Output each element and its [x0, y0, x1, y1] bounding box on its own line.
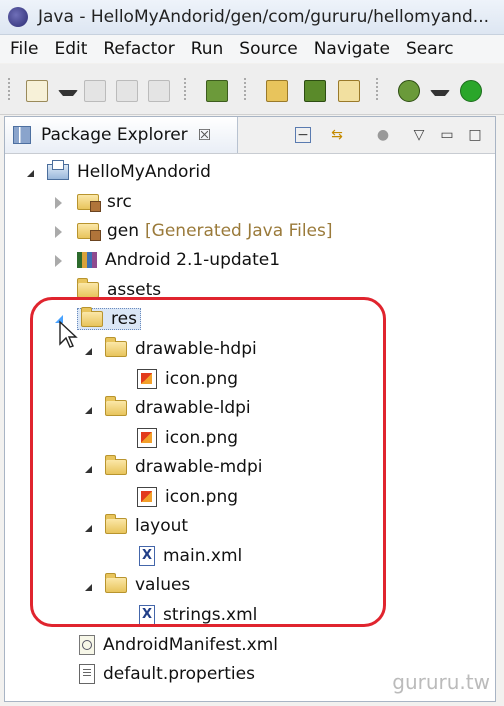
print-icon[interactable] [148, 80, 170, 102]
annotation-highlight [30, 297, 386, 627]
title-bar: Java - HelloMyAndorid/gen/com/gururu/hel… [0, 0, 504, 35]
close-icon[interactable]: ☒ [198, 126, 211, 144]
menu-search[interactable]: Searc [406, 39, 454, 59]
minimize-icon[interactable]: ▭ [437, 125, 457, 145]
package-explorer-icon [13, 126, 31, 144]
expand-src-icon[interactable] [55, 197, 62, 209]
menu-run[interactable]: Run [191, 39, 224, 59]
tab-label: Package Explorer [41, 125, 188, 145]
menu-navigate[interactable]: Navigate [314, 39, 390, 59]
folder-icon [77, 278, 99, 298]
new-junit-icon[interactable] [304, 80, 326, 102]
maximize-icon[interactable]: □ [465, 125, 485, 145]
source-folder-icon [77, 194, 101, 212]
manifest-file-icon [79, 635, 95, 655]
menu-edit[interactable]: Edit [54, 39, 87, 59]
toolbar-separator [8, 78, 10, 102]
menu-file[interactable]: File [10, 39, 38, 59]
tree-item-project[interactable]: HelloMyAndorid [47, 159, 211, 185]
toolbar-separator [376, 78, 378, 102]
android-sdk-icon[interactable] [206, 80, 228, 102]
chevron-down-icon[interactable] [58, 90, 78, 96]
toolbar-separator [244, 78, 246, 102]
panel-header: Package Explorer ☒ − ⇆ ● ▽ ▭ □ [5, 117, 495, 154]
focus-icon[interactable]: ● [373, 125, 393, 145]
save-icon[interactable] [84, 80, 106, 102]
tree-item-default-properties[interactable]: default.properties [79, 661, 255, 687]
window-title: Java - HelloMyAndorid/gen/com/gururu/hel… [38, 7, 489, 27]
debug-icon[interactable] [398, 80, 420, 102]
new-android-xml-icon[interactable] [338, 80, 360, 102]
tab-package-explorer[interactable]: Package Explorer ☒ [5, 117, 238, 153]
menu-bar: File Edit Refactor Run Source Navigate S… [0, 35, 504, 63]
toolbar [0, 64, 504, 115]
source-folder-icon [77, 223, 101, 241]
expand-gen-icon[interactable] [55, 226, 62, 238]
expand-library-icon[interactable] [55, 255, 62, 267]
tree-item-gen[interactable]: gen [Generated Java Files] [77, 218, 333, 244]
library-icon [77, 252, 97, 268]
chevron-down-icon[interactable] [430, 90, 450, 96]
mouse-cursor-icon [59, 320, 78, 348]
tree-item-src[interactable]: src [77, 189, 132, 215]
java-project-icon [47, 160, 69, 180]
menu-source[interactable]: Source [239, 39, 297, 59]
run-icon[interactable] [460, 80, 482, 102]
new-icon[interactable] [26, 80, 48, 102]
menu-refactor[interactable]: Refactor [103, 39, 174, 59]
new-package-icon[interactable] [266, 80, 288, 102]
collapse-all-icon[interactable]: − [295, 127, 311, 143]
view-menu-icon[interactable]: ▽ [409, 125, 429, 145]
save-all-icon[interactable] [116, 80, 138, 102]
tree-item-android-library[interactable]: Android 2.1-update1 [77, 247, 280, 273]
tree-item-android-manifest[interactable]: AndroidManifest.xml [79, 632, 278, 658]
properties-file-icon [79, 664, 95, 684]
expand-project-icon[interactable] [27, 170, 34, 177]
eclipse-icon [8, 7, 28, 27]
link-with-editor-icon[interactable]: ⇆ [327, 125, 347, 145]
watermark: gururu.tw [392, 670, 490, 694]
toolbar-separator [184, 78, 186, 102]
